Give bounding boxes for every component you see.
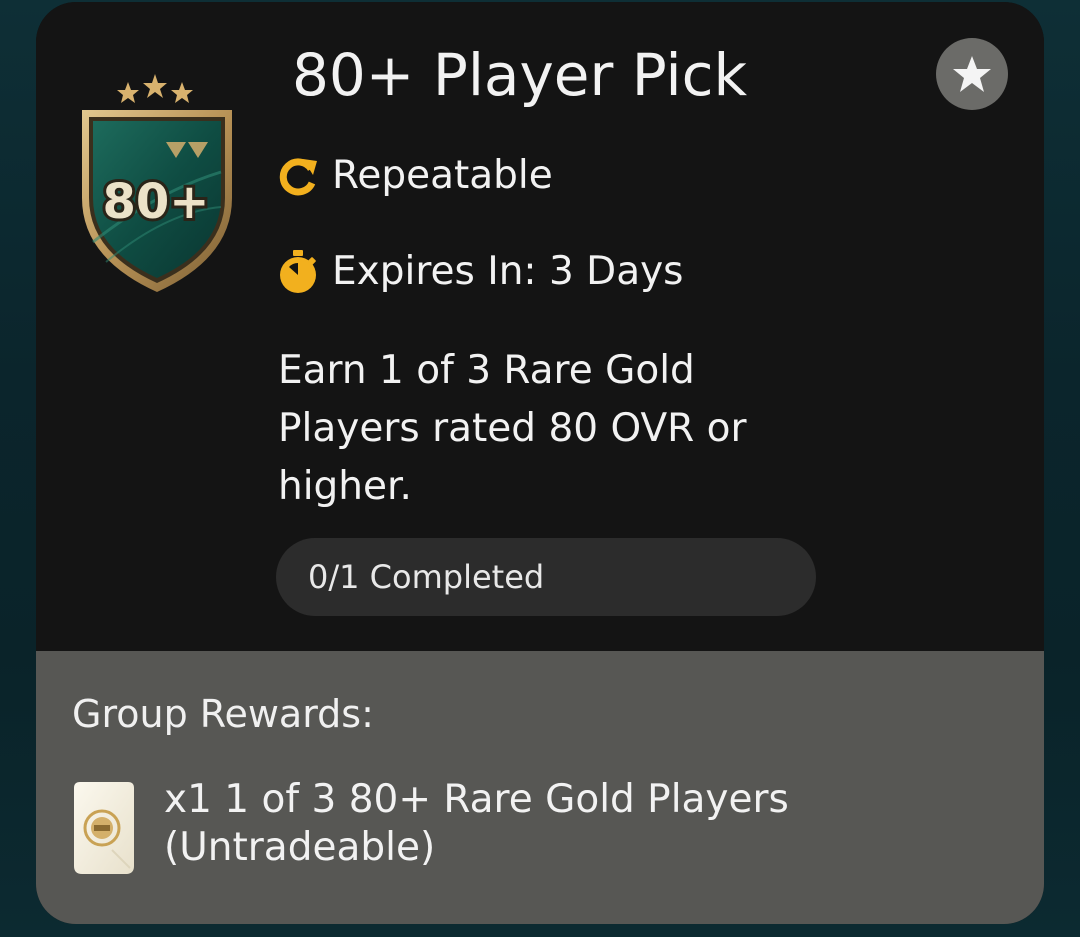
- objective-header: 80+ 80+ 80+ Player Pick Repeatable Expir…: [36, 2, 1044, 651]
- star-icon: [953, 56, 991, 92]
- expires-label: Expires In: 3 Days: [332, 249, 684, 294]
- rewards-title: Group Rewards:: [72, 692, 374, 736]
- shield-badge-icon: 80+ 80+: [82, 74, 232, 292]
- reward-line-1: x1 1 of 3 80+ Rare Gold Players: [164, 777, 789, 822]
- reward-item[interactable]: x1 1 of 3 80+ Rare Gold Players (Untrade…: [72, 776, 972, 886]
- stopwatch-icon: [276, 250, 320, 294]
- repeatable-label: Repeatable: [332, 153, 553, 198]
- player-pack-icon: [72, 780, 136, 876]
- objective-title: 80+ Player Pick: [292, 41, 748, 109]
- repeatable-row: Repeatable: [276, 152, 553, 200]
- repeat-icon: [276, 154, 320, 198]
- objective-card[interactable]: 80+ 80+ 80+ Player Pick Repeatable Expir…: [36, 2, 1044, 924]
- progress-bar: 0/1 Completed: [276, 538, 816, 616]
- objective-badge: 80+ 80+: [76, 72, 238, 294]
- favorite-button[interactable]: [936, 38, 1008, 110]
- reward-text: x1 1 of 3 80+ Rare Gold Players (Untrade…: [164, 776, 924, 872]
- reward-line-2: (Untradeable): [164, 825, 436, 870]
- objective-description: Earn 1 of 3 Rare Gold Players rated 80 O…: [278, 348, 747, 509]
- progress-text: 0/1 Completed: [308, 558, 545, 596]
- expires-row: Expires In: 3 Days: [276, 248, 684, 296]
- badge-label: 80+: [102, 174, 209, 230]
